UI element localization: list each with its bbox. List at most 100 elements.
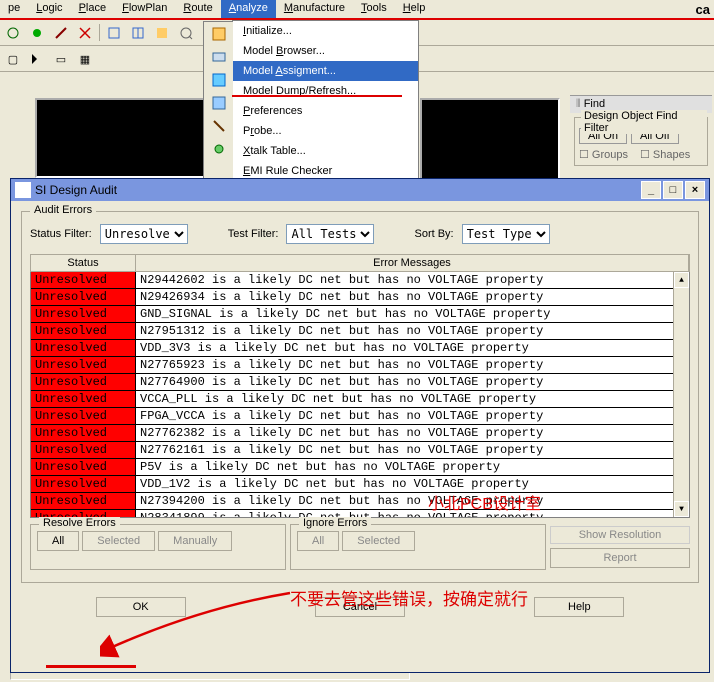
- status-filter-select[interactable]: Unresolve: [100, 224, 188, 244]
- test-filter-label: Test Filter:: [228, 228, 279, 240]
- status-cell: Unresolved: [31, 289, 136, 305]
- menu-pe[interactable]: pe: [0, 0, 28, 18]
- viewport-area[interactable]: [35, 98, 207, 178]
- table-row[interactable]: UnresolvedN27764900 is a likely DC net b…: [31, 374, 689, 391]
- shapes-checkbox[interactable]: Shapes: [653, 149, 690, 161]
- tool-icon[interactable]: [26, 48, 48, 70]
- menu-side-icon: [208, 69, 230, 91]
- menu-item[interactable]: Model Assigment...: [233, 61, 418, 81]
- table-row[interactable]: UnresolvedN27951312 is a likely DC net b…: [31, 323, 689, 340]
- find-group-label: Design Object Find Filter: [581, 110, 707, 134]
- tool-icon[interactable]: ▦: [74, 48, 96, 70]
- message-cell: VDD_1V2 is a likely DC net but has no VO…: [136, 476, 689, 492]
- table-row[interactable]: UnresolvedN29442602 is a likely DC net b…: [31, 272, 689, 289]
- table-row[interactable]: UnresolvedN27765923 is a likely DC net b…: [31, 357, 689, 374]
- table-row[interactable]: UnresolvedGND_SIGNAL is a likely DC net …: [31, 306, 689, 323]
- menu-item[interactable]: Preferences: [233, 101, 418, 121]
- error-table[interactable]: UnresolvedN29442602 is a likely DC net b…: [30, 272, 690, 518]
- tool-icon[interactable]: [2, 22, 24, 44]
- help-button[interactable]: Help: [534, 597, 624, 617]
- message-cell: N27762382 is a likely DC net but has no …: [136, 425, 689, 441]
- arrow-annotation: [100, 588, 300, 668]
- manually-button[interactable]: Manually: [158, 531, 232, 551]
- annotation-underline: [232, 95, 402, 97]
- table-row[interactable]: UnresolvedN29426934 is a likely DC net b…: [31, 289, 689, 306]
- message-cell: N29442602 is a likely DC net but has no …: [136, 272, 689, 288]
- all-ignore-button[interactable]: All: [297, 531, 339, 551]
- menu-help[interactable]: Help: [395, 0, 434, 18]
- instruction-annotation: 不要去管这些错误，按确定就行: [290, 585, 528, 610]
- status-cell: Unresolved: [31, 391, 136, 407]
- status-cell: Unresolved: [31, 272, 136, 288]
- ignore-errors-legend: Ignore Errors: [299, 517, 371, 529]
- menu-item[interactable]: Model Browser...: [233, 41, 418, 61]
- minimize-button[interactable]: _: [641, 181, 661, 199]
- close-button[interactable]: ×: [685, 181, 705, 199]
- table-row[interactable]: UnresolvedN27394200 is a likely DC net b…: [31, 493, 689, 510]
- menu-analyze[interactable]: Analyze: [221, 0, 276, 18]
- brand-label: ca: [696, 2, 710, 17]
- tool-icon[interactable]: [26, 22, 48, 44]
- status-cell: Unresolved: [31, 425, 136, 441]
- message-cell: P5V is a likely DC net but has no VOLTAG…: [136, 459, 689, 475]
- menu-item[interactable]: Probe...: [233, 121, 418, 141]
- menu-tools[interactable]: Tools: [353, 0, 395, 18]
- message-cell: N29426934 is a likely DC net but has no …: [136, 289, 689, 305]
- scrollbar[interactable]: ▲ ▼: [673, 272, 689, 517]
- col-messages[interactable]: Error Messages: [136, 255, 689, 271]
- message-cell: N28341899 is a likely DC net but has no …: [136, 510, 689, 518]
- audit-errors-group: Audit Errors Status Filter: Unresolve Te…: [21, 211, 699, 583]
- table-row[interactable]: UnresolvedVDD_3V3 is a likely DC net but…: [31, 340, 689, 357]
- menu-side-icon: [208, 46, 230, 68]
- maximize-button[interactable]: □: [663, 181, 683, 199]
- tool-icon[interactable]: [103, 22, 125, 44]
- status-cell: Unresolved: [31, 476, 136, 492]
- report-button[interactable]: Report: [550, 548, 690, 568]
- sort-by-select[interactable]: Test Type: [462, 224, 550, 244]
- all-button[interactable]: All: [37, 531, 79, 551]
- tool-icon[interactable]: [74, 22, 96, 44]
- tool-icon[interactable]: [151, 22, 173, 44]
- table-row[interactable]: UnresolvedN27762382 is a likely DC net b…: [31, 425, 689, 442]
- groups-checkbox[interactable]: Groups: [592, 149, 628, 161]
- message-cell: GND_SIGNAL is a likely DC net but has no…: [136, 306, 689, 322]
- table-row[interactable]: UnresolvedP5V is a likely DC net but has…: [31, 459, 689, 476]
- tool-icon[interactable]: [175, 22, 197, 44]
- menu-item[interactable]: Xtalk Table...: [233, 141, 418, 161]
- col-status[interactable]: Status: [31, 255, 136, 271]
- table-row[interactable]: UnresolvedVDD_1V2 is a likely DC net but…: [31, 476, 689, 493]
- status-cell: Unresolved: [31, 442, 136, 458]
- scroll-up-button[interactable]: ▲: [674, 272, 689, 288]
- menu-item[interactable]: Initialize...: [233, 21, 418, 41]
- status-cell: Unresolved: [31, 493, 136, 509]
- test-filter-select[interactable]: All Tests: [286, 224, 374, 244]
- dialog-icon: [15, 182, 31, 198]
- table-row[interactable]: UnresolvedN27762161 is a likely DC net b…: [31, 442, 689, 459]
- menu-item[interactable]: Model Dump/Refresh...: [233, 81, 418, 101]
- status-cell: Unresolved: [31, 408, 136, 424]
- message-cell: N27764900 is a likely DC net but has no …: [136, 374, 689, 390]
- resolve-errors-legend: Resolve Errors: [39, 517, 120, 529]
- menu-route[interactable]: Route: [175, 0, 220, 18]
- status-cell: Unresolved: [31, 323, 136, 339]
- table-row[interactable]: UnresolvedFPGA_VCCA is a likely DC net b…: [31, 408, 689, 425]
- status-cell: Unresolved: [31, 459, 136, 475]
- dialog-titlebar[interactable]: SI Design Audit _ □ ×: [11, 179, 709, 201]
- menu-flowplan[interactable]: FlowPlan: [114, 0, 175, 18]
- selected-ignore-button[interactable]: Selected: [342, 531, 415, 551]
- scroll-down-button[interactable]: ▼: [674, 501, 689, 517]
- menu-place[interactable]: Place: [71, 0, 115, 18]
- table-row[interactable]: UnresolvedVCCA_PLL is a likely DC net bu…: [31, 391, 689, 408]
- table-header: Status Error Messages: [30, 254, 690, 272]
- audit-errors-legend: Audit Errors: [30, 204, 96, 216]
- menu-logic[interactable]: Logic: [28, 0, 70, 18]
- tool-icon[interactable]: [50, 22, 72, 44]
- tool-icon[interactable]: ▭: [50, 48, 72, 70]
- viewport-area-2[interactable]: [420, 98, 560, 180]
- selected-button[interactable]: Selected: [82, 531, 155, 551]
- show-resolution-button[interactable]: Show Resolution: [550, 526, 690, 544]
- menu-manufacture[interactable]: Manufacture: [276, 0, 353, 18]
- tool-icon[interactable]: [127, 22, 149, 44]
- watermark-annotation: 小北PCB设计室: [428, 490, 541, 514]
- tool-icon[interactable]: ▢: [2, 48, 24, 70]
